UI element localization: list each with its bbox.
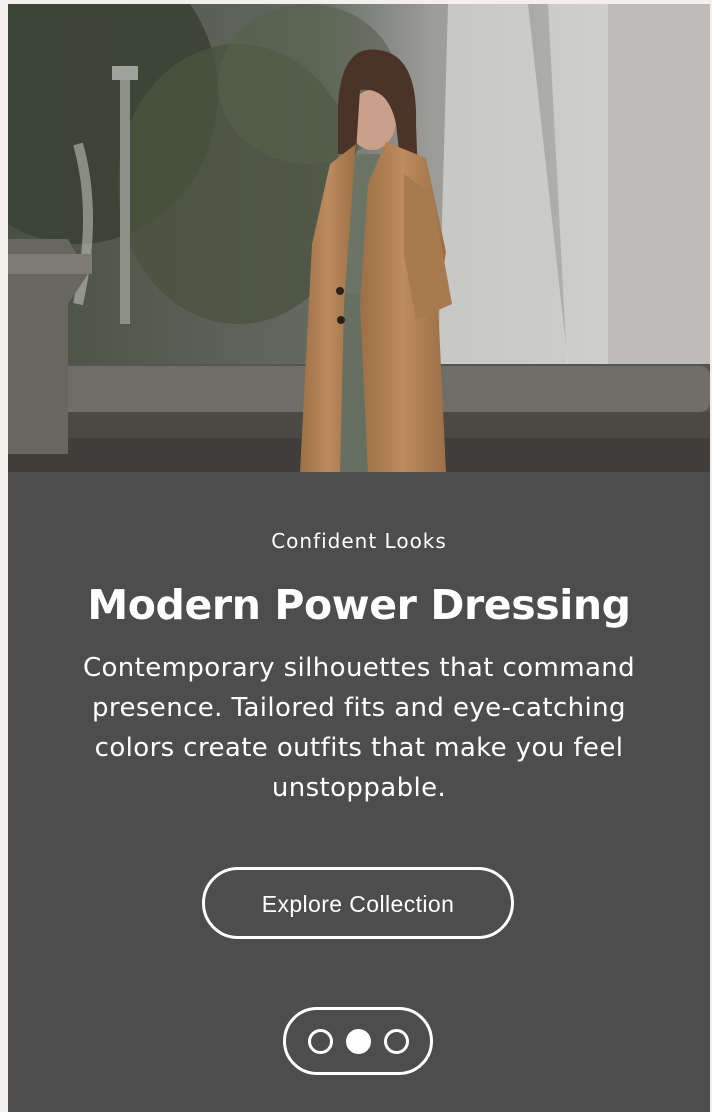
explore-collection-button[interactable]: Explore Collection <box>202 867 514 939</box>
slide-title: Modern Power Dressing <box>87 581 631 629</box>
slide-description: Contemporary silhouettes that command pr… <box>82 653 636 803</box>
pagination-dot-1[interactable] <box>307 1028 333 1054</box>
pagination-dot-3[interactable] <box>383 1028 409 1054</box>
page: Confident Looks Modern Power Dressing Co… <box>0 0 712 1112</box>
slide-pagination <box>283 1007 433 1075</box>
hero-image <box>8 4 710 472</box>
slide-content: Confident Looks Modern Power Dressing Co… <box>8 472 710 1112</box>
pagination-dot-2-active[interactable] <box>345 1028 371 1054</box>
slide-kicker: Confident Looks <box>271 529 447 553</box>
hero-slide-card: Confident Looks Modern Power Dressing Co… <box>8 4 710 1112</box>
